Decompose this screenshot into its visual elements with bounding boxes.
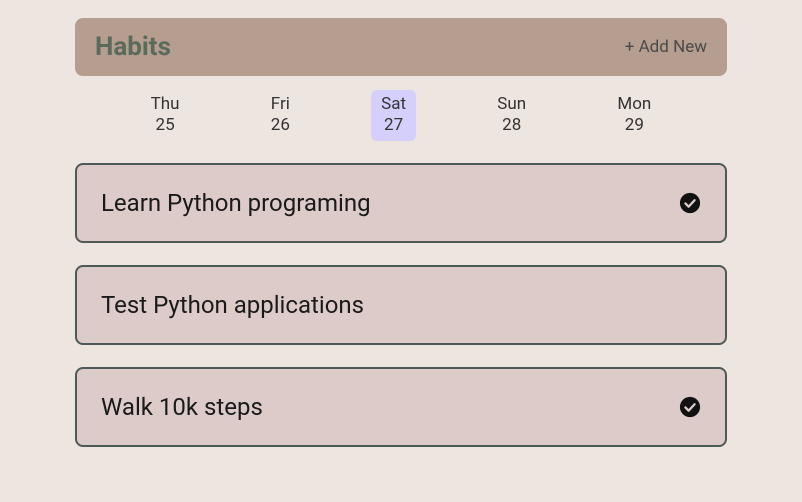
day-item-fri[interactable]: Fri 26 xyxy=(261,90,300,141)
habit-card[interactable]: Learn Python programing xyxy=(75,163,727,243)
day-item-mon[interactable]: Mon 29 xyxy=(607,90,661,141)
header-bar: Habits + Add New xyxy=(75,18,727,76)
habits-list: Learn Python programing Test Python appl… xyxy=(75,163,727,447)
day-name: Mon xyxy=(617,94,651,115)
day-item-thu[interactable]: Thu 25 xyxy=(141,90,190,141)
day-item-sat[interactable]: Sat 27 xyxy=(371,90,416,141)
page-title: Habits xyxy=(95,32,171,62)
check-circle-icon[interactable] xyxy=(679,396,701,418)
day-number: 29 xyxy=(617,115,651,136)
habit-title: Walk 10k steps xyxy=(101,393,263,421)
habit-title: Learn Python programing xyxy=(101,189,371,217)
habit-card[interactable]: Walk 10k steps xyxy=(75,367,727,447)
day-item-sun[interactable]: Sun 28 xyxy=(487,90,536,141)
day-number: 25 xyxy=(151,115,180,136)
add-new-button[interactable]: + Add New xyxy=(625,37,707,57)
day-name: Thu xyxy=(151,94,180,115)
habit-card[interactable]: Test Python applications xyxy=(75,265,727,345)
day-number: 27 xyxy=(381,115,406,136)
day-name: Sat xyxy=(381,94,406,115)
habit-title: Test Python applications xyxy=(101,291,364,319)
days-row: Thu 25 Fri 26 Sat 27 Sun 28 Mon 29 xyxy=(75,76,727,163)
day-name: Sun xyxy=(497,94,526,115)
check-circle-icon[interactable] xyxy=(679,192,701,214)
day-name: Fri xyxy=(271,94,290,115)
day-number: 28 xyxy=(497,115,526,136)
day-number: 26 xyxy=(271,115,290,136)
